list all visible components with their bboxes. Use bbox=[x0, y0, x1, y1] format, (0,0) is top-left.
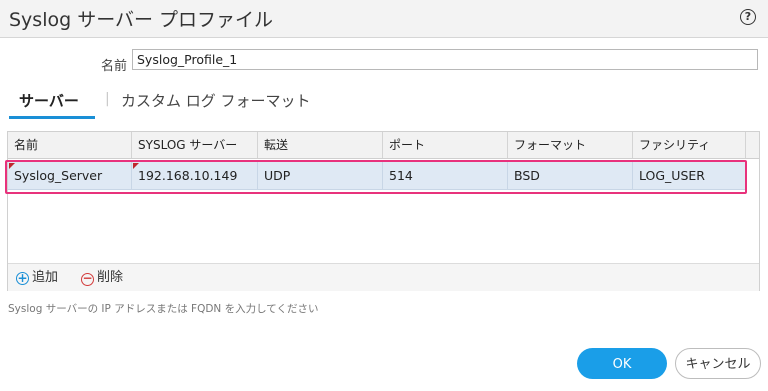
selected-row-highlight bbox=[5, 160, 747, 194]
profile-name-input[interactable] bbox=[132, 49, 758, 70]
column-header-transport[interactable]: 転送 bbox=[258, 132, 383, 158]
name-field-label: 名前 bbox=[101, 59, 128, 74]
column-header-facility[interactable]: ファシリティ bbox=[633, 132, 746, 158]
delete-button[interactable]: − 削除 bbox=[81, 269, 123, 287]
table-toolbar: + 追加 − 削除 bbox=[8, 263, 759, 291]
column-header-format[interactable]: フォーマット bbox=[508, 132, 633, 158]
cancel-button[interactable]: キャンセル bbox=[675, 348, 761, 379]
tab-servers[interactable]: サーバー bbox=[19, 90, 79, 111]
minus-circle-icon: − bbox=[81, 271, 94, 286]
help-icon[interactable]: ? bbox=[740, 9, 756, 25]
tab-separator: | bbox=[105, 91, 110, 107]
plus-circle-icon: + bbox=[16, 271, 29, 285]
column-header-port[interactable]: ポート bbox=[383, 132, 508, 158]
dialog-title: Syslog サーバー プロファイル bbox=[9, 9, 274, 31]
column-header-syslog-server[interactable]: SYSLOG サーバー bbox=[132, 132, 258, 158]
column-header-name[interactable]: 名前 bbox=[8, 132, 132, 158]
add-button[interactable]: + 追加 bbox=[16, 269, 58, 287]
ok-button[interactable]: OK bbox=[577, 348, 667, 379]
servers-table: 名前 SYSLOG サーバー 転送 ポート フォーマット ファシリティ Sysl… bbox=[7, 131, 760, 291]
active-tab-indicator bbox=[9, 116, 95, 119]
dialog-titlebar: Syslog サーバー プロファイル ? bbox=[0, 0, 768, 38]
tab-custom-log-format[interactable]: カスタム ログ フォーマット bbox=[121, 90, 311, 111]
table-header: 名前 SYSLOG サーバー 転送 ポート フォーマット ファシリティ bbox=[8, 132, 759, 159]
input-hint: Syslog サーバーの IP アドレスまたは FQDN を入力してください bbox=[8, 303, 319, 315]
